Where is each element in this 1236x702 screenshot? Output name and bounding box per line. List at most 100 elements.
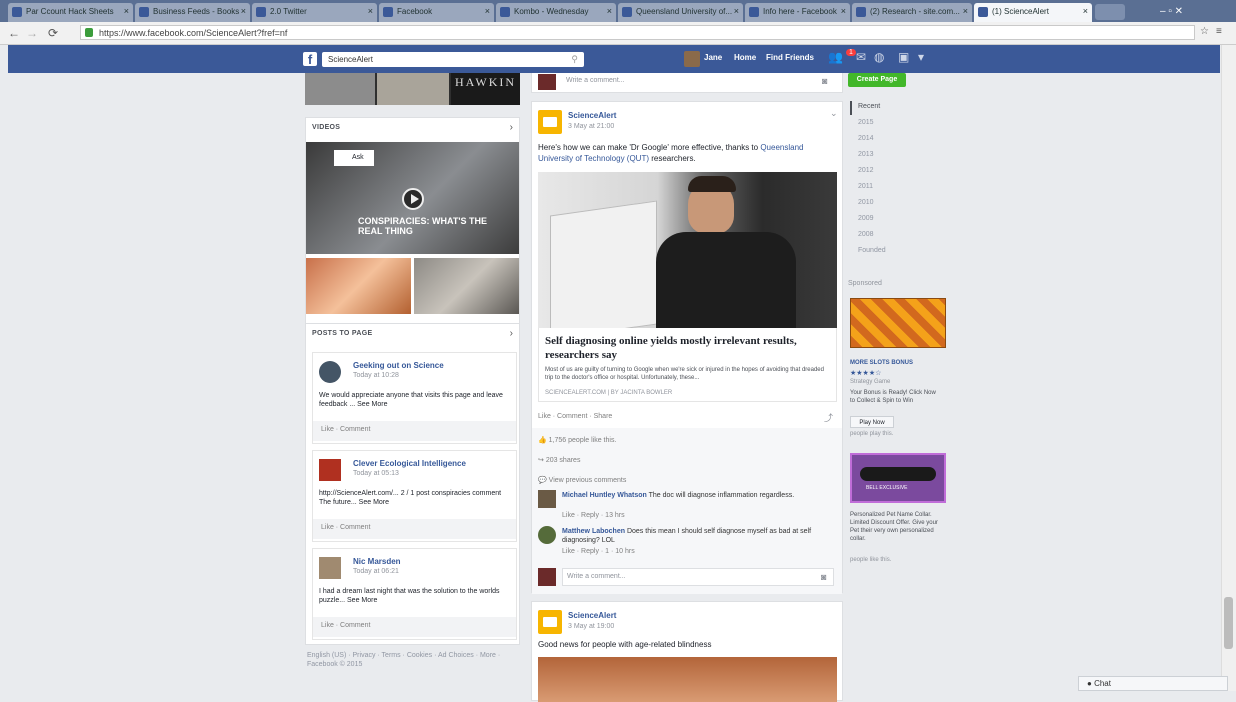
avatar[interactable] xyxy=(319,459,341,481)
year-link[interactable]: 2012 xyxy=(858,167,874,174)
comment-actions[interactable]: Like · Reply · 1 · 10 hrs xyxy=(562,548,635,555)
post-page-name[interactable]: ScienceAlert xyxy=(568,111,616,120)
post-page-name[interactable]: ScienceAlert xyxy=(568,611,616,620)
photo-strip[interactable]: HAWKIN xyxy=(305,73,520,105)
search-icon[interactable]: ⚲ xyxy=(571,52,578,67)
like-count[interactable]: 👍 1,756 people like this. xyxy=(538,436,616,444)
post-time[interactable]: Today at 06:21 xyxy=(353,568,399,575)
year-link[interactable]: 2014 xyxy=(858,135,874,142)
profile-link[interactable]: Jane xyxy=(704,53,722,62)
page-avatar[interactable] xyxy=(538,110,562,134)
article-image[interactable] xyxy=(538,657,837,702)
play-now-button[interactable]: Play Now xyxy=(850,416,894,428)
ad-image[interactable] xyxy=(850,298,946,348)
close-icon[interactable]: × xyxy=(734,6,739,16)
share-icon[interactable]: ⤴ xyxy=(824,411,833,424)
close-icon[interactable]: × xyxy=(607,6,612,16)
post-time[interactable]: 3 May at 21:00 xyxy=(568,123,614,130)
article-link-box[interactable]: Self diagnosing online yields mostly irr… xyxy=(538,328,837,402)
photo-thumb[interactable] xyxy=(377,73,449,105)
forward-icon[interactable]: → xyxy=(26,26,38,40)
lock-icon[interactable]: ▣ xyxy=(898,50,912,66)
create-page-button[interactable]: Create Page xyxy=(848,73,906,87)
comment-actions[interactable]: Like · Reply · 13 hrs xyxy=(562,512,625,519)
browser-tab[interactable]: Kombo - Wednesday × xyxy=(496,3,616,22)
play-icon[interactable] xyxy=(402,188,424,210)
avatar[interactable] xyxy=(684,51,700,67)
close-icon[interactable]: × xyxy=(963,6,968,16)
like-comment-links[interactable]: Like · Comment xyxy=(321,622,370,629)
avatar[interactable] xyxy=(319,361,341,383)
messages-icon[interactable]: ✉ xyxy=(856,50,870,66)
write-comment-input[interactable]: Write a comment... ◙ xyxy=(562,568,834,586)
avatar[interactable] xyxy=(538,490,556,508)
year-link[interactable]: Recent xyxy=(858,103,880,110)
year-link[interactable]: 2010 xyxy=(858,199,874,206)
comment-author[interactable]: Michael Huntley Whatson xyxy=(562,492,647,499)
browser-tab[interactable]: Par Ccount Hack Sheets × xyxy=(8,3,133,22)
share-count[interactable]: ↪ 203 shares xyxy=(538,456,580,464)
chevron-down-icon[interactable]: ▾ xyxy=(918,50,932,66)
avatar[interactable] xyxy=(538,526,556,544)
featured-video[interactable]: Ask CONSPIRACIES: WHAT'S THE REAL THING xyxy=(306,142,519,254)
footer-links[interactable]: English (US) · Privacy · Terms · Cookies… xyxy=(307,651,507,669)
year-link[interactable]: 2009 xyxy=(858,215,874,222)
video-thumb[interactable] xyxy=(306,258,411,314)
camera-icon[interactable]: ◙ xyxy=(821,572,826,582)
browser-tab[interactable]: Business Feeds - Books × xyxy=(135,3,250,22)
post-time[interactable]: 3 May at 19:00 xyxy=(568,623,614,630)
like-comment-links[interactable]: Like · Comment xyxy=(321,524,370,531)
close-icon[interactable]: × xyxy=(1083,6,1088,16)
post-author[interactable]: Clever Ecological Intelligence xyxy=(353,459,466,468)
ad-title[interactable]: MORE SLOTS BONUS xyxy=(850,360,913,366)
chevron-right-icon[interactable]: › xyxy=(510,122,513,133)
article-headline[interactable]: Self diagnosing online yields mostly irr… xyxy=(545,334,833,362)
year-link[interactable]: Founded xyxy=(858,247,886,254)
browser-tab[interactable]: Info here - Facebook × xyxy=(745,3,850,22)
scrollbar-thumb[interactable] xyxy=(1224,597,1233,649)
window-controls[interactable]: – ▫ ✕ xyxy=(1160,6,1183,17)
chevron-down-icon[interactable]: ⌄ xyxy=(830,108,838,119)
ad-image[interactable]: BELL EXCLUSIVE xyxy=(850,453,946,503)
new-tab-button[interactable] xyxy=(1095,4,1125,20)
post-author[interactable]: Geeking out on Science xyxy=(353,361,444,370)
like-comment-share-links[interactable]: Like · Comment · Share xyxy=(538,413,612,420)
close-icon[interactable]: × xyxy=(368,6,373,16)
close-icon[interactable]: × xyxy=(241,6,246,16)
page-scrollbar[interactable] xyxy=(1221,45,1236,691)
globe-icon[interactable]: ◍ xyxy=(874,50,888,66)
write-comment-input[interactable]: Write a comment... xyxy=(566,77,625,84)
avatar[interactable] xyxy=(319,557,341,579)
browser-tab-active[interactable]: (1) ScienceAlert × xyxy=(974,3,1092,22)
photo-thumb[interactable] xyxy=(305,73,375,105)
comment-author[interactable]: Matthew Labochen xyxy=(562,528,625,535)
photo-thumb-hawking[interactable]: HAWKIN xyxy=(451,73,520,105)
facebook-search-input[interactable]: ScienceAlert ⚲ xyxy=(322,52,584,67)
close-icon[interactable]: × xyxy=(124,6,129,16)
browser-tab[interactable]: (2) Research - site.com... × xyxy=(852,3,972,22)
view-previous-comments[interactable]: 💬 View previous comments xyxy=(538,476,626,484)
browser-tab[interactable]: Facebook × xyxy=(379,3,494,22)
menu-icon[interactable]: ≡ xyxy=(1216,26,1222,37)
reload-icon[interactable]: ⟳ xyxy=(48,26,58,40)
star-icon[interactable]: ☆ xyxy=(1200,26,1209,37)
video-thumb[interactable] xyxy=(414,258,519,314)
chevron-right-icon[interactable]: › xyxy=(510,328,513,339)
post-time[interactable]: Today at 10:28 xyxy=(353,372,399,379)
year-link[interactable]: 2015 xyxy=(858,119,874,126)
browser-tab[interactable]: 2.0 Twitter × xyxy=(252,3,377,22)
year-link[interactable]: 2008 xyxy=(858,231,874,238)
home-link[interactable]: Home xyxy=(734,53,756,62)
year-link[interactable]: 2011 xyxy=(858,183,873,190)
find-friends-link[interactable]: Find Friends xyxy=(766,53,814,62)
post-author[interactable]: Nic Marsden xyxy=(353,557,401,566)
browser-tab[interactable]: Queensland University of... × xyxy=(618,3,743,22)
close-icon[interactable]: × xyxy=(485,6,490,16)
page-avatar[interactable] xyxy=(538,610,562,634)
url-input[interactable]: https://www.facebook.com/ScienceAlert?fr… xyxy=(80,25,1195,40)
close-icon[interactable]: × xyxy=(841,6,846,16)
article-image[interactable] xyxy=(538,172,837,328)
camera-icon[interactable]: ◙ xyxy=(822,76,827,86)
back-icon[interactable]: ← xyxy=(8,26,20,40)
chat-bar[interactable]: ● Chat xyxy=(1078,676,1228,691)
